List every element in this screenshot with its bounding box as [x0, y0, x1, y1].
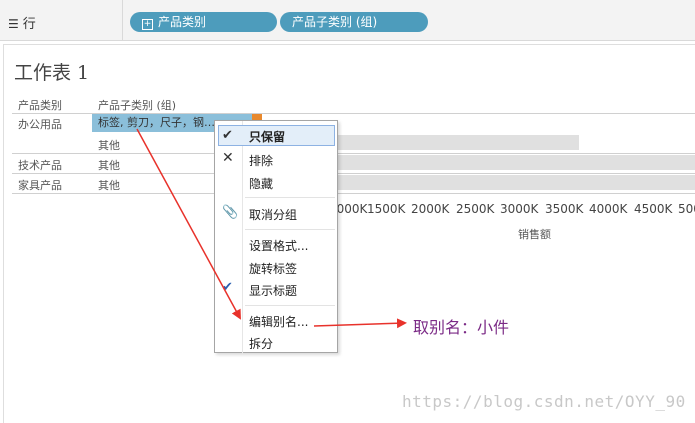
watermark: https://blog.csdn.net/OYY_90	[402, 392, 686, 411]
annotation-arrow-to-label	[313, 318, 407, 329]
annotation-arrows	[136, 128, 407, 329]
annotation-arrow-to-menu	[136, 128, 241, 320]
annotation-text: 取别名：小件	[413, 318, 510, 337]
